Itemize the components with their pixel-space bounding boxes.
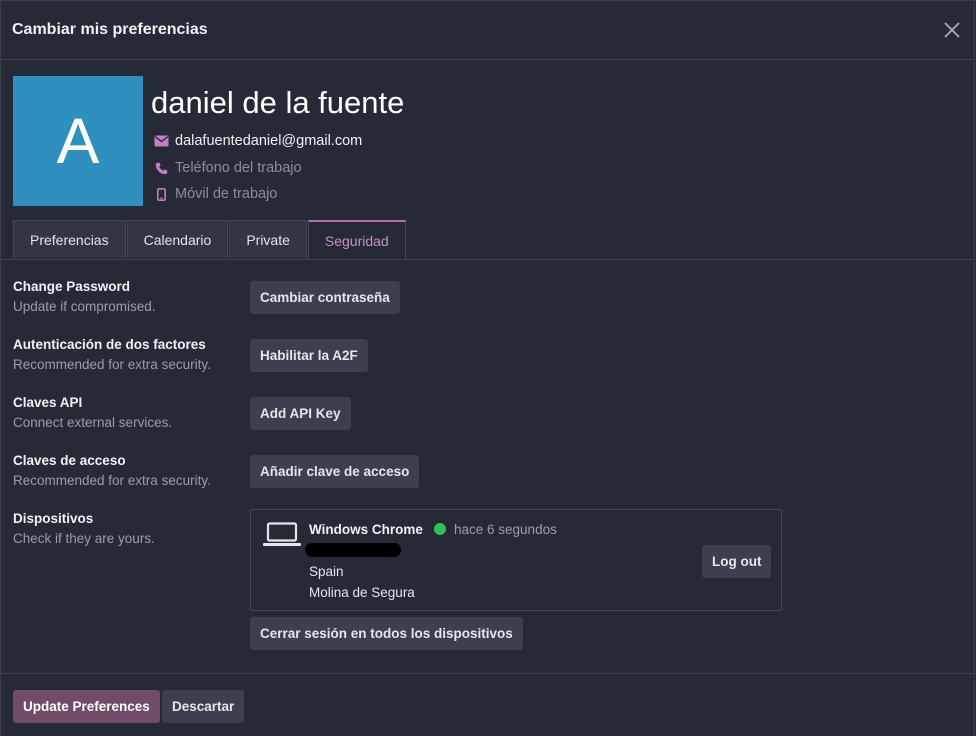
close-icon[interactable] [941, 19, 963, 41]
add-passkey-button[interactable]: Añadir clave de acceso [250, 455, 420, 488]
update-preferences-button[interactable]: Update Preferences [13, 690, 160, 723]
two-factor-label: Autenticación de dos factores Recommende… [13, 337, 211, 372]
tab-calendario[interactable]: Calendario [126, 220, 229, 258]
footer-divider [1, 673, 975, 674]
two-factor-subtitle: Recommended for extra security. [13, 357, 211, 372]
dialog-title: Cambiar mis preferencias [12, 21, 208, 38]
avatar[interactable]: A [13, 76, 143, 206]
dialog-header: Cambiar mis preferencias [1, 1, 975, 60]
preferences-tabs: Preferencias Calendario Private Segurida… [13, 220, 407, 260]
passkeys-label: Claves de acceso Recommended for extra s… [13, 453, 211, 488]
api-keys-title: Claves API [13, 395, 83, 410]
device-last-active: hace 6 segundos [454, 522, 557, 537]
redacted-ip [305, 543, 401, 557]
work-mobile-field[interactable]: Móvil de trabajo [153, 186, 277, 202]
phone-icon [153, 162, 169, 175]
devices-title: Dispositivos [13, 511, 94, 526]
email-value: dalafuentedaniel@gmail.com [175, 133, 363, 149]
change-password-title: Change Password [13, 279, 131, 294]
tab-preferencias[interactable]: Preferencias [13, 220, 126, 258]
change-password-subtitle: Update if compromised. [13, 299, 156, 314]
two-factor-title: Autenticación de dos factores [13, 337, 206, 352]
add-api-key-button[interactable]: Add API Key [250, 397, 351, 430]
tab-private[interactable]: Private [229, 220, 307, 258]
device-country: Spain [309, 564, 344, 579]
work-mobile-placeholder: Móvil de trabajo [175, 186, 278, 202]
api-keys-label: Claves API Connect external services. [13, 395, 172, 430]
avatar-letter: A [56, 105, 100, 177]
preferences-dialog: Cambiar mis preferencias A daniel de la … [0, 0, 975, 736]
laptop-icon [263, 522, 301, 553]
passkeys-subtitle: Recommended for extra security. [13, 473, 211, 488]
tab-seguridad[interactable]: Seguridad [307, 220, 406, 260]
work-phone-field[interactable]: Teléfono del trabajo [153, 160, 302, 176]
discard-button[interactable]: Descartar [162, 690, 245, 723]
change-password-label: Change Password Update if compromised. [13, 279, 156, 314]
device-logout-button[interactable]: Log out [702, 545, 772, 578]
passkeys-title: Claves de acceso [13, 453, 126, 468]
mobile-icon [153, 187, 169, 201]
enable-2fa-button[interactable]: Habilitar la A2F [250, 339, 368, 372]
work-phone-placeholder: Teléfono del trabajo [175, 160, 302, 176]
email-row: dalafuentedaniel@gmail.com [153, 133, 362, 149]
envelope-icon [153, 135, 169, 147]
device-card: Windows Chrome hace 6 segundos Spain Mol… [250, 509, 782, 611]
tab-divider [1, 259, 975, 260]
online-status-icon [434, 523, 446, 535]
device-name: Windows Chrome [309, 522, 423, 537]
user-name: daniel de la fuente [151, 85, 405, 120]
change-password-button[interactable]: Cambiar contraseña [250, 281, 400, 314]
device-city: Molina de Segura [309, 585, 415, 600]
devices-subtitle: Check if they are yours. [13, 531, 155, 546]
api-keys-subtitle: Connect external services. [13, 415, 173, 430]
devices-label: Dispositivos Check if they are yours. [13, 511, 155, 546]
logout-all-devices-button[interactable]: Cerrar sesión en todos los dispositivos [250, 617, 523, 650]
